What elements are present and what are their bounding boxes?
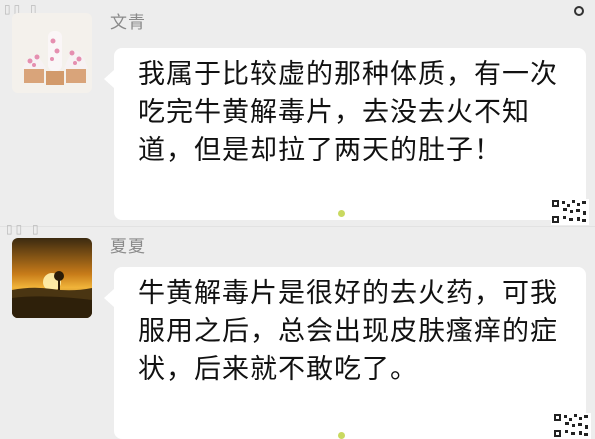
message-bubble[interactable]: 牛黄解毒片是很好的去火药，可我服用之后，总会出现皮肤瘙痒的症状，后来就不敢吃了。	[104, 267, 586, 439]
status-dot	[338, 210, 345, 217]
qr-code-icon	[553, 413, 591, 439]
sender-name: 夏夏	[110, 237, 146, 257]
sunset-landscape-icon	[12, 238, 92, 318]
divider	[0, 226, 595, 227]
sender-name: 文青	[110, 13, 146, 33]
message-text: 我属于比较虚的那种体质，有一次吃完牛黄解毒片，去没去火不知道，但是却拉了两天的肚…	[138, 59, 558, 166]
avatar[interactable]	[12, 13, 92, 93]
qr-code-icon	[551, 199, 589, 225]
message-text: 牛黄解毒片是很好的去火药，可我服用之后，总会出现皮肤瘙痒的症状，后来就不敢吃了。	[138, 278, 558, 385]
status-dot	[338, 432, 345, 439]
faded-row-text: ▯▯ ▯	[6, 222, 42, 236]
avatar[interactable]	[12, 238, 92, 318]
cupcake-icon	[12, 13, 92, 93]
message-bubble[interactable]: 我属于比较虚的那种体质，有一次吃完牛黄解毒片，去没去火不知道，但是却拉了两天的肚…	[104, 48, 586, 220]
scroll-indicator-icon	[574, 6, 584, 16]
